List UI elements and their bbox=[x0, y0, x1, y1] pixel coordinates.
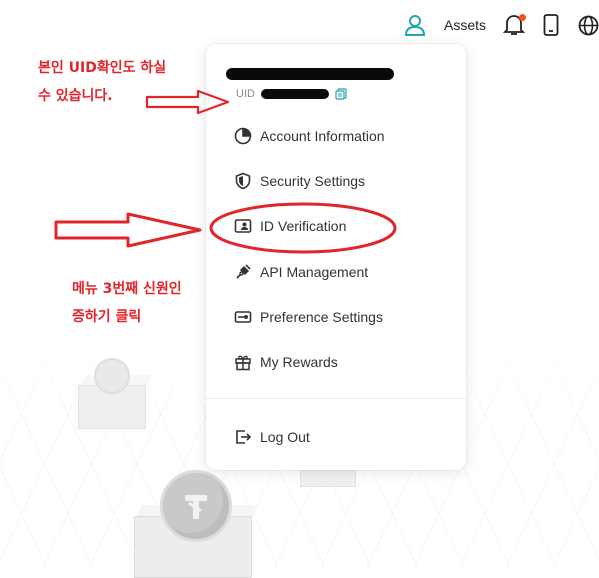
annotation-overlay bbox=[54, 89, 397, 254]
arrow-to-uid bbox=[145, 89, 230, 115]
highlight-circle-id-verification bbox=[209, 202, 397, 254]
arrow-to-id-verification bbox=[54, 212, 202, 248]
